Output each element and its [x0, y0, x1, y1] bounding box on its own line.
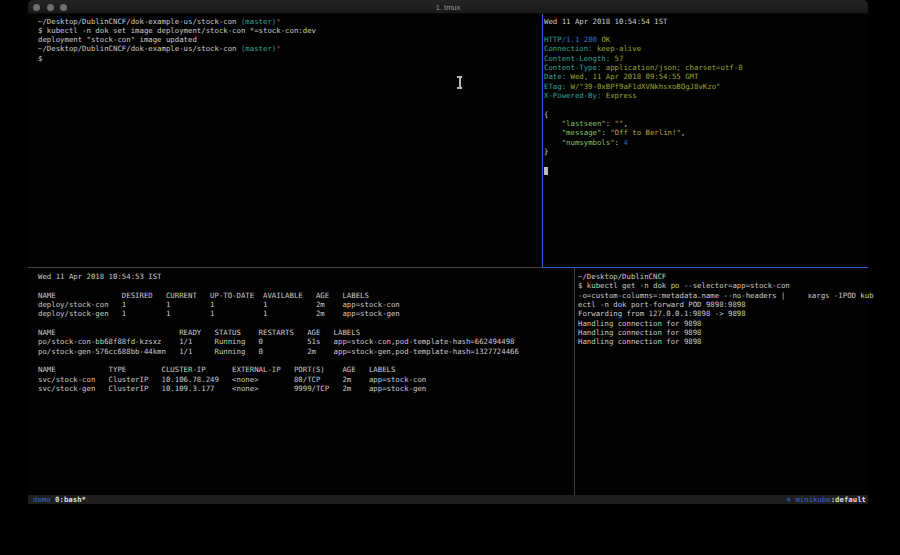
- prompt-symbol: $: [38, 54, 316, 63]
- pane-divider-vertical[interactable]: [574, 268, 575, 495]
- title-bar[interactable]: 1. tmux: [28, 0, 868, 14]
- json-row: "lastseen": "",: [544, 119, 743, 128]
- git-dirty-flag: *: [276, 44, 280, 53]
- json-row: "message": "Off to Berlin!",: [544, 128, 743, 137]
- tmux-status-right: ⎈ minikube:default: [787, 495, 866, 504]
- http-header: ETag: W/"39-0xBPf9aF1dXVNkhsxoBQgJ8vKzo": [544, 82, 743, 91]
- pane-bottom-right[interactable]: ~/Desktop/DublinCNCF $ kubectl get -n do…: [578, 272, 874, 347]
- git-dirty-flag: *: [276, 17, 280, 26]
- window-title: 1. tmux: [28, 3, 868, 12]
- http-header: Content-Type: application/json; charset=…: [544, 63, 743, 72]
- command-output: deployment "stock-con" image updated: [38, 35, 316, 44]
- tmux-session-name: demo: [33, 495, 51, 504]
- http-ok: OK: [601, 35, 610, 44]
- pane-top-right[interactable]: Wed 11 Apr 2018 10:54:54 IST HTTP/1.1 200…: [544, 17, 743, 157]
- json-brace: }: [544, 147, 743, 156]
- prompt-path: ~/Desktop/DublinCNCF/dok-example-us/stoc…: [38, 17, 241, 26]
- http-header: Connection: keep-alive: [544, 44, 743, 53]
- http-version-status: /1.1 200: [562, 35, 602, 44]
- pane-divider-horizontal[interactable]: [28, 267, 542, 268]
- prompt-line: ~/Desktop/DublinCNCF/dok-example-us/stoc…: [38, 44, 316, 53]
- http-status-line: HTTP/1.1 200 OK: [544, 35, 743, 44]
- json-row: "numsymbols": 4: [544, 138, 743, 147]
- active-pane-border-horizontal[interactable]: [542, 267, 868, 268]
- http-header: X-Powered-By: Express: [544, 91, 743, 100]
- port-forward-output: ~/Desktop/DublinCNCF $ kubectl get -n do…: [578, 272, 874, 347]
- git-branch: (master): [241, 17, 276, 26]
- terminal-window: 1. tmux ~/Desktop/DublinCNCF/dok-example…: [28, 0, 868, 504]
- kubectl-watch-output: Wed 11 Apr 2018 10:54:53 IST NAME DESIRE…: [38, 272, 519, 393]
- timestamp: Wed 11 Apr 2018 10:54:54 IST: [544, 17, 743, 26]
- terminal-cursor: [544, 167, 548, 175]
- command-line: $ kubectl -n dok set image deployment/st…: [38, 26, 316, 35]
- pane-top-left[interactable]: ~/Desktop/DublinCNCF/dok-example-us/stoc…: [38, 17, 316, 64]
- prompt-line: ~/Desktop/DublinCNCF/dok-example-us/stoc…: [38, 17, 316, 26]
- tmux-status-bar: demo 0:bash* ⎈ minikube:default: [28, 495, 868, 504]
- kube-context: minikube: [795, 495, 830, 504]
- http-header: Content-Length: 57: [544, 54, 743, 63]
- git-branch: (master): [241, 44, 276, 53]
- active-pane-border-vertical[interactable]: [542, 14, 543, 267]
- http-header: Date: Wed, 11 Apr 2018 09:54:55 GMT: [544, 72, 743, 81]
- kube-namespace: :default: [831, 495, 866, 504]
- prompt-path: ~/Desktop/DublinCNCF/dok-example-us/stoc…: [38, 44, 241, 53]
- http-proto: HTTP: [544, 35, 562, 44]
- tmux-window-name[interactable]: 0:bash*: [55, 495, 86, 504]
- tmux-status-left: demo 0:bash*: [33, 495, 86, 504]
- mouse-ibeam-cursor: [459, 76, 461, 89]
- json-brace: {: [544, 110, 743, 119]
- pane-bottom-left[interactable]: Wed 11 Apr 2018 10:54:53 IST NAME DESIRE…: [38, 272, 519, 393]
